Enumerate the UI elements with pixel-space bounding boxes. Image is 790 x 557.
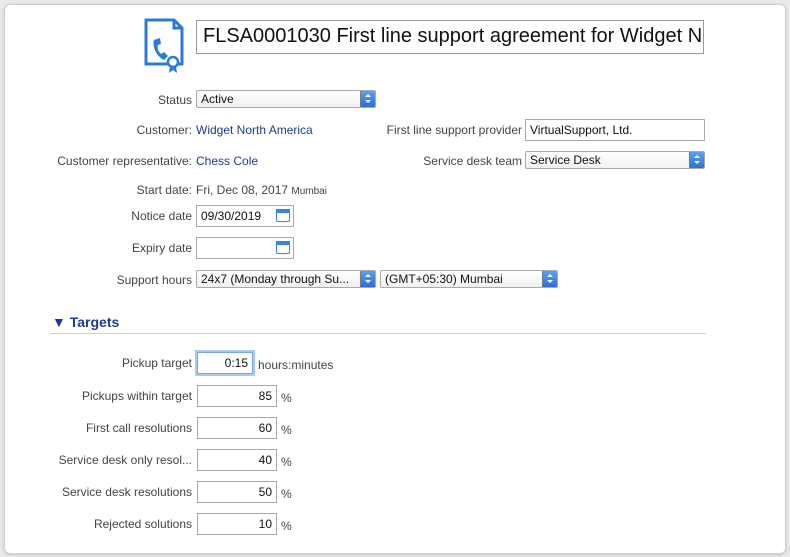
service-desk-resolutions-input[interactable]: 50 — [197, 481, 277, 503]
chevron-updown-icon — [360, 271, 375, 287]
support-hours-select[interactable]: 24x7 (Monday through Su... — [196, 270, 376, 288]
customer-rep-link[interactable]: Chess Cole — [196, 153, 258, 169]
pickup-target-input[interactable]: 0:15 — [197, 352, 253, 374]
customer-rep-label: Customer representative: — [57, 154, 192, 168]
status-select[interactable]: Active — [196, 90, 376, 108]
service-desk-resolutions-unit: % — [281, 487, 292, 501]
timezone-value: (GMT+05:30) Mumbai — [385, 272, 503, 286]
customer-label: Customer: — [136, 123, 192, 137]
first-call-resolutions-label: First call resolutions — [85, 421, 192, 435]
notice-date-label: Notice date — [131, 209, 192, 223]
expiry-date-label: Expiry date — [131, 241, 192, 255]
first-call-resolutions-unit: % — [281, 423, 292, 437]
service-desk-resolutions-label: Service desk resolutions — [61, 485, 192, 499]
status-value: Active — [201, 92, 234, 106]
pickups-within-target-input[interactable]: 85 — [197, 385, 277, 407]
timezone-select[interactable]: (GMT+05:30) Mumbai — [380, 270, 558, 288]
title-input[interactable]: FLSA0001030 First line support agreement… — [196, 20, 704, 54]
start-date-timezone: Mumbai — [291, 186, 327, 197]
pickups-within-target-label: Pickups within target — [81, 389, 192, 403]
first-call-resolutions-input[interactable]: 60 — [197, 417, 277, 439]
notice-date-input[interactable]: 09/30/2019 — [196, 205, 294, 227]
calendar-icon[interactable] — [276, 209, 290, 222]
service-desk-team-value: Service Desk — [530, 153, 601, 167]
pickup-target-label: Pickup target — [121, 356, 192, 370]
targets-section-toggle[interactable]: ▼ Targets — [52, 314, 119, 330]
rejected-solutions-label: Rejected solutions — [93, 517, 192, 531]
service-desk-only-input[interactable]: 40 — [197, 449, 277, 471]
chevron-updown-icon — [360, 91, 375, 107]
phone-certificate-icon — [144, 18, 184, 73]
calendar-icon[interactable] — [276, 241, 290, 254]
service-desk-only-unit: % — [281, 455, 292, 469]
section-divider — [50, 333, 706, 334]
customer-link[interactable]: Widget North America — [196, 122, 313, 138]
service-desk-only-label: Service desk only resol... — [58, 453, 192, 467]
chevron-updown-icon — [689, 152, 704, 168]
pickups-within-target-unit: % — [281, 391, 292, 405]
notice-date-value: 09/30/2019 — [201, 209, 262, 223]
start-date-label: Start date: — [136, 183, 192, 197]
expiry-date-input[interactable] — [196, 237, 294, 259]
rejected-solutions-unit: % — [281, 519, 292, 533]
status-label: Status — [157, 93, 192, 107]
service-desk-team-select[interactable]: Service Desk — [525, 151, 705, 169]
support-hours-label: Support hours — [116, 273, 192, 287]
first-line-provider-input[interactable]: VirtualSupport, Ltd. — [525, 119, 705, 141]
rejected-solutions-input[interactable]: 10 — [197, 513, 277, 535]
start-date-text: Fri, Dec 08, 2017 — [196, 183, 289, 197]
support-hours-value: 24x7 (Monday through Su... — [201, 272, 350, 286]
first-line-provider-label: First line support provider — [386, 123, 522, 137]
chevron-updown-icon — [542, 271, 557, 287]
start-date-value: Fri, Dec 08, 2017 Mumbai — [196, 182, 327, 200]
service-desk-team-label: Service desk team — [423, 154, 522, 168]
pickup-target-unit: hours:minutes — [258, 358, 334, 372]
